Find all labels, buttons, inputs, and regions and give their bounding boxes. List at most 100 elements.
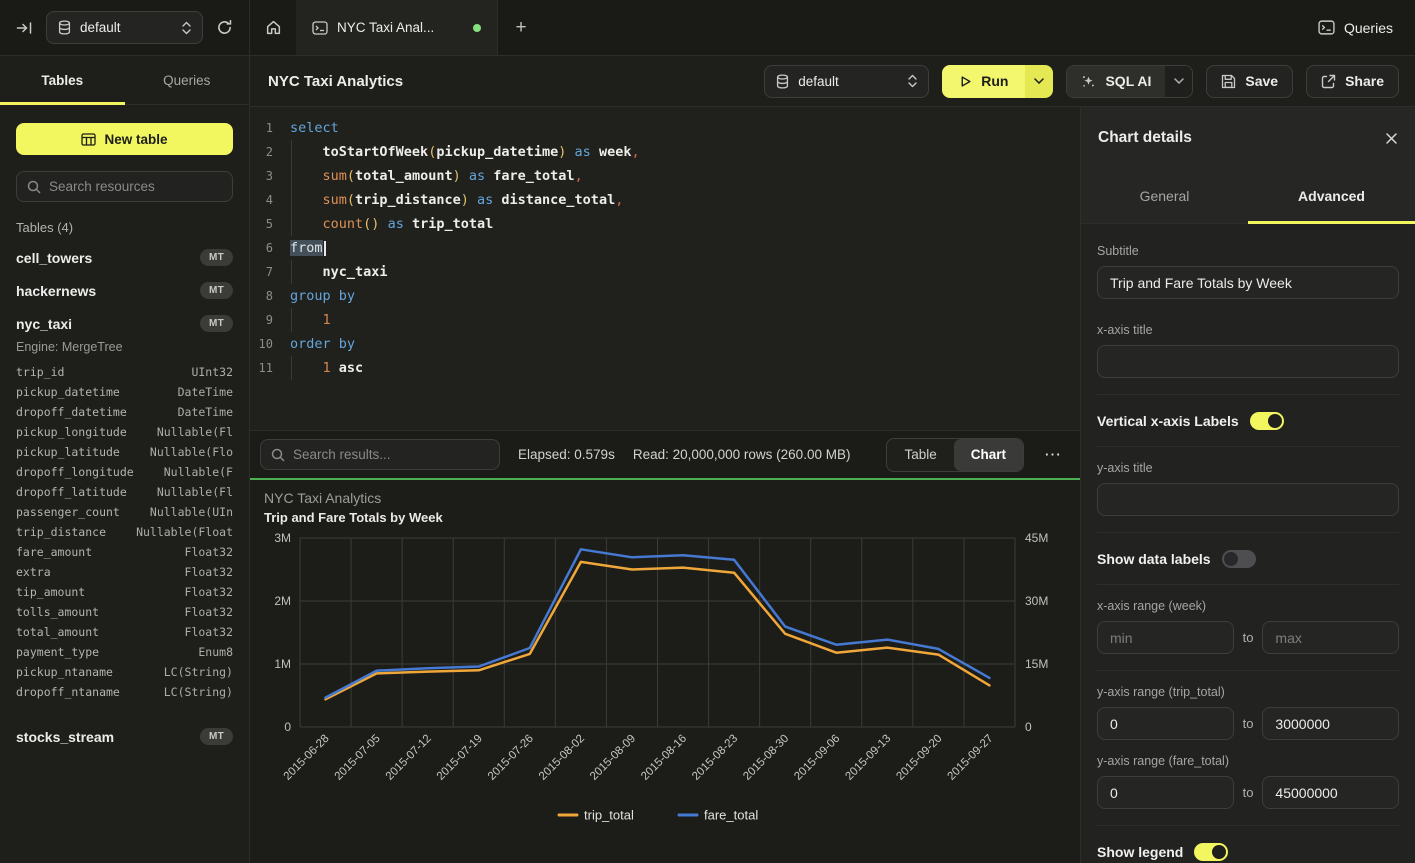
column-row[interactable]: trip_idUInt32: [16, 362, 233, 382]
code-text: toStartOfWeek(pickup_datetime) as week,: [290, 140, 640, 164]
table-row-nyc-taxi[interactable]: nyc_taxi MT: [0, 307, 249, 340]
column-row[interactable]: tolls_amountFloat32: [16, 602, 233, 622]
queries-button[interactable]: Queries: [1318, 20, 1393, 36]
y-range-trip-max-input[interactable]: [1262, 707, 1399, 740]
editor-line: 4 sum(trip_distance) as distance_total,: [250, 188, 1080, 212]
y-axis-right-tick: 45M: [1025, 531, 1048, 545]
chart-details-title: Chart details: [1098, 129, 1192, 147]
line-number: 9: [250, 308, 283, 332]
editor-line: 9 1: [250, 308, 1080, 332]
table-row-cell-towers[interactable]: cell_towers MT: [0, 241, 249, 274]
table-row-stocks-stream[interactable]: stocks_stream MT: [0, 720, 249, 753]
run-button[interactable]: Run: [942, 65, 1025, 98]
tab-general[interactable]: General: [1081, 169, 1248, 223]
line-number: 10: [250, 332, 283, 356]
svg-text:2015-07-19: 2015-07-19: [435, 733, 485, 783]
results-toolbar: Elapsed: 0.579s Read: 20,000,000 rows (2…: [250, 430, 1080, 480]
column-name: total_amount: [16, 625, 99, 639]
unsaved-indicator-dot: [473, 24, 481, 32]
x-axis-title-input[interactable]: [1097, 345, 1399, 378]
svg-text:2015-08-02: 2015-08-02: [537, 733, 587, 783]
line-number: 5: [250, 212, 283, 236]
table-row-hackernews[interactable]: hackernews MT: [0, 274, 249, 307]
x-range-min-input[interactable]: [1097, 621, 1234, 654]
database-select[interactable]: default: [46, 11, 203, 44]
x-range-max-input[interactable]: [1262, 621, 1399, 654]
chart-title: NYC Taxi Analytics: [264, 490, 381, 506]
svg-text:2015-09-13: 2015-09-13: [843, 733, 893, 783]
legend-item-fare_total[interactable]: fare_total: [679, 808, 758, 823]
column-name: dropoff_datetime: [16, 405, 127, 419]
sql-ai-button[interactable]: SQL AI: [1067, 66, 1165, 97]
view-toggle-table[interactable]: Table: [887, 439, 953, 471]
column-row[interactable]: dropoff_datetimeDateTime: [16, 402, 233, 422]
show-legend-toggle[interactable]: [1194, 843, 1228, 861]
more-options-button[interactable]: ⋯: [1042, 445, 1064, 465]
column-row[interactable]: trip_distanceNullable(Float: [16, 522, 233, 542]
x-axis-tick: 2015-07-05: [333, 733, 383, 783]
y-axis-right-tick: 0: [1025, 720, 1032, 734]
column-row[interactable]: dropoff_latitudeNullable(Fl: [16, 482, 233, 502]
column-row[interactable]: extraFloat32: [16, 562, 233, 582]
toolbar-database-select[interactable]: default: [764, 65, 929, 98]
column-row[interactable]: pickup_ntanameLC(String): [16, 662, 233, 682]
column-row[interactable]: tip_amountFloat32: [16, 582, 233, 602]
view-toggle: Table Chart: [886, 438, 1024, 472]
engine-badge: MT: [200, 282, 233, 299]
column-type: Nullable(Fl: [157, 425, 233, 439]
svg-text:trip_total: trip_total: [584, 808, 634, 823]
svg-text:2015-06-28: 2015-06-28: [282, 733, 332, 783]
column-row[interactable]: pickup_latitudeNullable(Flo: [16, 442, 233, 462]
save-button[interactable]: Save: [1206, 65, 1293, 98]
close-panel-button[interactable]: [1385, 132, 1398, 145]
y-axis-title-input[interactable]: [1097, 483, 1399, 516]
refresh-button[interactable]: [216, 19, 233, 36]
column-name: pickup_datetime: [16, 385, 120, 399]
engine-badge: MT: [200, 728, 233, 745]
show-data-labels-row: Show data labels: [1097, 550, 1399, 568]
sql-editor[interactable]: 1select2 toStartOfWeek(pickup_datetime) …: [250, 107, 1080, 430]
column-name: extra: [16, 565, 51, 579]
y-axis-left-tick: 1M: [274, 657, 291, 671]
collapse-sidebar-button[interactable]: [16, 21, 33, 35]
run-options-button[interactable]: [1025, 65, 1053, 98]
sql-ai-options-button[interactable]: [1165, 66, 1192, 97]
run-button-label: Run: [981, 73, 1008, 89]
line-number: 2: [250, 140, 283, 164]
resource-search-input[interactable]: [49, 179, 222, 194]
column-row[interactable]: fare_amountFloat32: [16, 542, 233, 562]
subtitle-field-label: Subtitle: [1097, 244, 1399, 258]
y-range-trip-min-input[interactable]: [1097, 707, 1234, 740]
results-chart: 001M15M2M30M3M45M2015-06-282015-07-05201…: [250, 525, 1080, 855]
y-range-fare-min-input[interactable]: [1097, 776, 1234, 809]
tab-advanced[interactable]: Advanced: [1248, 169, 1415, 223]
column-row[interactable]: pickup_longitudeNullable(Fl: [16, 422, 233, 442]
share-button[interactable]: Share: [1306, 65, 1399, 98]
tab-queries[interactable]: Queries: [125, 56, 250, 104]
y-axis-right-tick: 30M: [1025, 594, 1048, 608]
tab-tables[interactable]: Tables: [0, 56, 125, 104]
column-row[interactable]: passenger_countNullable(UIn: [16, 502, 233, 522]
legend-item-trip_total[interactable]: trip_total: [559, 808, 634, 823]
sql-ai-button-group: SQL AI: [1066, 65, 1193, 98]
new-table-button[interactable]: New table: [16, 123, 233, 155]
home-button[interactable]: [250, 0, 296, 55]
resource-search: [16, 171, 233, 202]
line-number: 6: [250, 236, 283, 260]
y-range-fare-max-input[interactable]: [1262, 776, 1399, 809]
column-row[interactable]: dropoff_ntanameLC(String): [16, 682, 233, 702]
column-row[interactable]: payment_typeEnum8: [16, 642, 233, 662]
column-row[interactable]: total_amountFloat32: [16, 622, 233, 642]
new-tab-button[interactable]: +: [498, 0, 544, 55]
view-toggle-chart[interactable]: Chart: [954, 439, 1023, 471]
column-row[interactable]: dropoff_longitudeNullable(F: [16, 462, 233, 482]
show-data-labels-toggle[interactable]: [1222, 550, 1256, 568]
vertical-x-labels-toggle[interactable]: [1250, 412, 1284, 430]
column-row[interactable]: pickup_datetimeDateTime: [16, 382, 233, 402]
column-list: trip_idUInt32pickup_datetimeDateTimedrop…: [0, 360, 249, 706]
subtitle-input[interactable]: [1097, 266, 1399, 299]
results-search-input[interactable]: [293, 447, 489, 462]
code-text: from: [290, 236, 326, 260]
tab-nyc-taxi-analytics[interactable]: NYC Taxi Anal...: [296, 0, 498, 55]
column-name: trip_distance: [16, 525, 106, 539]
